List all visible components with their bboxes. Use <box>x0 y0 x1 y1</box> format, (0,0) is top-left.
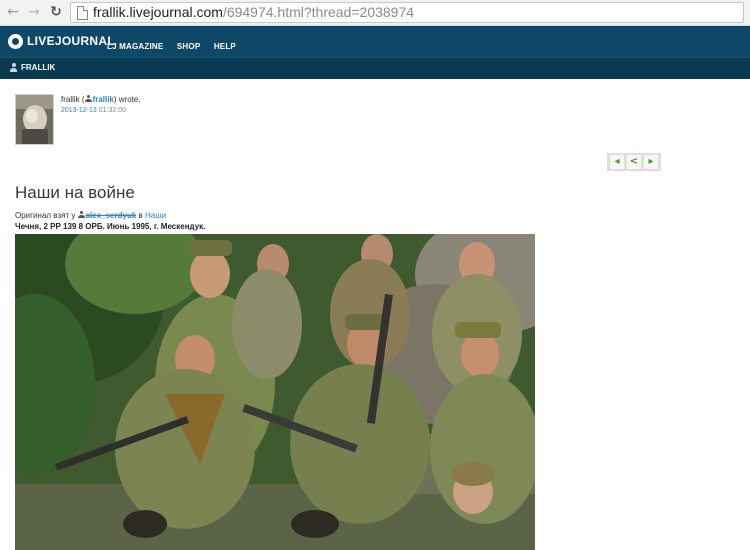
lj-logo-icon <box>8 34 23 49</box>
comment-header: frallik (frallik) wrote, <box>61 95 141 104</box>
comment-date-link[interactable]: 2013-12-13 <box>61 107 97 114</box>
nav-lj-magazine[interactable]: LJ MAGAZINE <box>107 42 163 51</box>
original-user-link[interactable]: alex_serdyuk <box>86 211 137 220</box>
page-icon <box>77 6 88 20</box>
original-post-link[interactable]: Наши <box>145 211 166 220</box>
journal-user-link[interactable]: FRALLIK <box>21 63 55 72</box>
nav-shop[interactable]: SHOP <box>177 42 200 51</box>
user-icon <box>84 95 92 103</box>
share-icon[interactable]: < <box>627 155 641 169</box>
comment-timestamp: 2013-12-13 01:32:00 <box>61 107 127 114</box>
comment-actions: ◂ < ▸ <box>607 153 661 171</box>
user-icon <box>10 63 17 72</box>
prev-arrow-icon[interactable]: ◂ <box>610 155 624 169</box>
lj-header: LIVEJOURNAL LJ MAGAZINE SHOP HELP <box>0 26 750 57</box>
browser-toolbar: ← → ↻ frallik.livejournal.com/694974.htm… <box>0 0 750 26</box>
top-nav: LJ MAGAZINE SHOP HELP <box>107 36 245 54</box>
back-arrow-icon[interactable]: ← <box>5 4 21 20</box>
url-text[interactable]: frallik.livejournal.com/694974.html?thre… <box>93 4 414 21</box>
reload-icon[interactable]: ↻ <box>48 4 64 20</box>
comment-user-link[interactable]: frallik <box>93 95 114 104</box>
repost-info: Оригинал взят у alex_serdyuk в Наши <box>15 211 167 220</box>
address-bar[interactable]: frallik.livejournal.com/694974.html?thre… <box>70 2 744 23</box>
user-icon <box>77 211 85 219</box>
photo-caption: Чечня, 2 РР 139 8 ОРБ. Июнь 1995, г. Мес… <box>15 222 206 231</box>
avatar[interactable] <box>15 94 54 145</box>
next-arrow-icon[interactable]: ▸ <box>644 155 658 169</box>
forward-arrow-icon[interactable]: → <box>26 4 42 20</box>
post-title: Наши на войне <box>15 183 135 202</box>
nav-help[interactable]: HELP <box>214 42 236 51</box>
journal-user-bar: FRALLIK <box>0 57 750 79</box>
post-photo[interactable] <box>15 234 535 550</box>
